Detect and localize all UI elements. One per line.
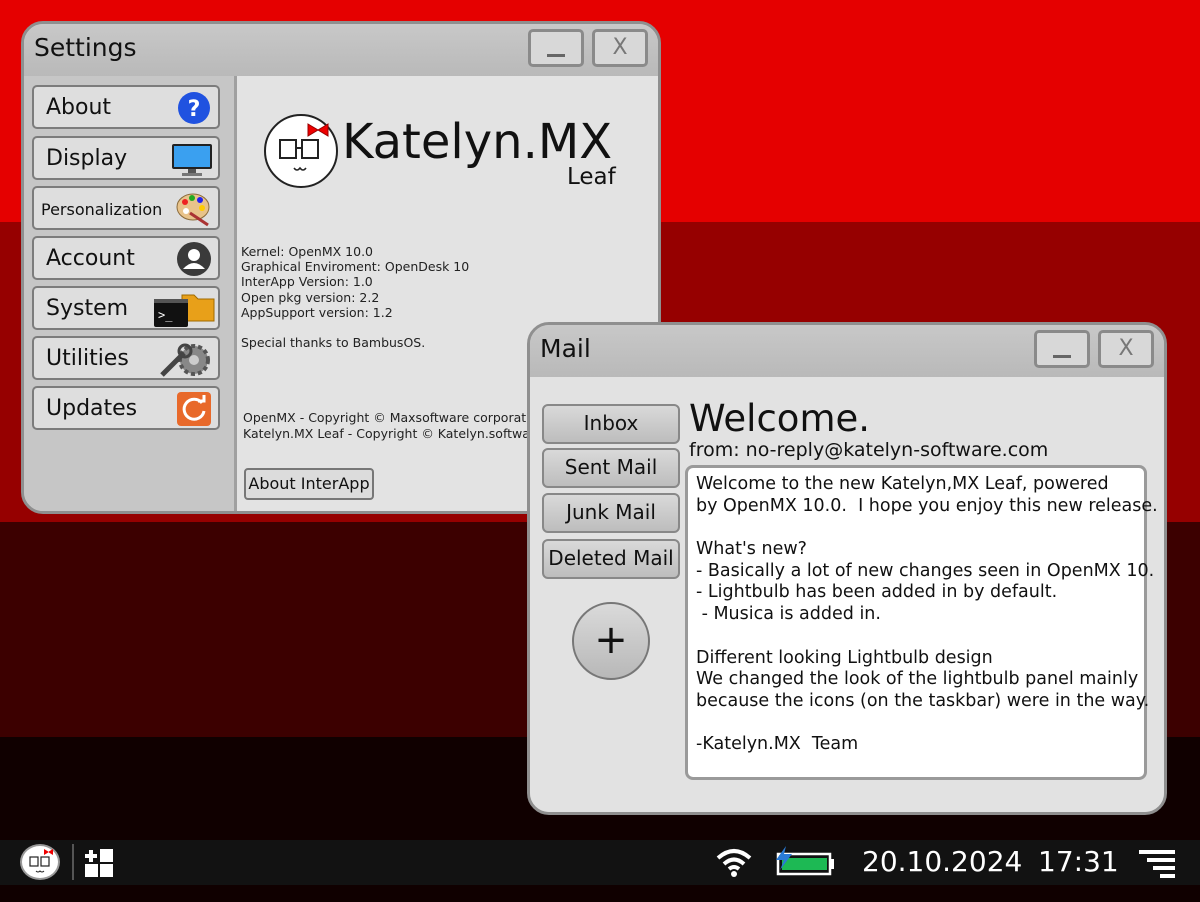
- info-kernel: Kernel: OpenMX 10.0: [241, 244, 373, 259]
- message-line: What's new?: [696, 539, 807, 560]
- compose-button[interactable]: +: [572, 602, 650, 680]
- message-line: - Basically a lot of new changes seen in…: [696, 560, 1155, 581]
- folder-inbox[interactable]: Inbox: [542, 404, 680, 444]
- sidebar-item-label: System: [46, 296, 129, 321]
- sidebar-item-label: Display: [46, 146, 128, 171]
- sidebar-item-utilities[interactable]: Utilities: [32, 336, 220, 380]
- taskbar-date[interactable]: 20.10.2024: [862, 845, 1022, 878]
- taskbar-separator: [72, 844, 74, 880]
- message-line: [696, 517, 1144, 539]
- mail-close-button[interactable]: X: [1098, 330, 1154, 368]
- message-line: - Musica is added in.: [696, 604, 881, 625]
- message-line: [696, 626, 1144, 648]
- message-body[interactable]: Welcome to the new Katelyn,MX Leaf, powe…: [685, 465, 1158, 780]
- sidebar-item-label: Updates: [46, 396, 138, 421]
- sidebar-item-label: Account: [46, 246, 135, 271]
- taskbar: 20.10.2024 17:31: [0, 840, 1200, 885]
- logo-icon[interactable]: [20, 844, 60, 880]
- settings-minimize-button[interactable]: [528, 29, 584, 67]
- help-icon: ?: [176, 90, 212, 126]
- mail-title: Mail: [540, 334, 591, 363]
- refresh-icon: [176, 391, 212, 427]
- info-appsupport-version: AppSupport version: 1.2: [241, 305, 393, 320]
- message-line: because the icons (on the taskbar) were …: [696, 690, 1150, 711]
- info-thanks: Special thanks to BambusOS.: [241, 335, 426, 350]
- monitor-icon: [170, 141, 214, 177]
- svg-text:?: ?: [188, 97, 201, 122]
- message-line: - Lightbulb has been added in by default…: [696, 582, 1058, 603]
- message-sender: from: no-reply@katelyn-software.com: [689, 439, 1049, 461]
- sidebar-item-label: About: [46, 95, 112, 120]
- message-title: Welcome.: [689, 397, 871, 440]
- sidebar-item-label: Personalization: [41, 200, 163, 219]
- message-line: Different looking Lightbulb design: [696, 647, 993, 668]
- sidebar-item-display[interactable]: Display: [32, 136, 220, 180]
- settings-title: Settings: [34, 33, 137, 62]
- info-interapp-version: InterApp Version: 1.0: [241, 274, 373, 289]
- battery-icon[interactable]: [772, 846, 836, 878]
- palette-icon: [176, 191, 212, 227]
- mail-window: Mail X Inbox Sent Mail Junk Mail Deleted…: [527, 322, 1167, 815]
- katelyn-logo-icon: [264, 114, 338, 188]
- mail-titlebar[interactable]: Mail X: [530, 325, 1164, 379]
- menu-icon[interactable]: [1138, 848, 1176, 878]
- folder-deleted-mail[interactable]: Deleted Mail: [542, 539, 680, 579]
- brand-edition: Leaf: [567, 164, 616, 190]
- svg-text:>_: >_: [158, 308, 173, 322]
- mail-minimize-button[interactable]: [1034, 330, 1090, 368]
- settings-sidebar: About ? Display Personalization Account …: [24, 76, 237, 511]
- folder-junk-mail[interactable]: Junk Mail: [542, 493, 680, 533]
- copyright-katelyn: Katelyn.MX Leaf - Copyright © Katelyn.so…: [243, 426, 543, 441]
- brand-name: Katelyn.MX: [342, 114, 613, 170]
- message-line: Welcome to the new Katelyn,MX Leaf, powe…: [696, 474, 1109, 494]
- sidebar-item-account[interactable]: Account: [32, 236, 220, 280]
- wrench-gear-icon: [158, 341, 214, 377]
- sidebar-item-label: Utilities: [46, 346, 129, 371]
- sidebar-item-system[interactable]: System >_: [32, 286, 220, 330]
- sidebar-item-updates[interactable]: Updates: [32, 386, 220, 430]
- user-icon: [176, 241, 212, 277]
- terminal-folder-icon: >_: [152, 291, 216, 327]
- message-line: We changed the look of the lightbulb pan…: [696, 669, 1139, 690]
- wifi-icon[interactable]: [716, 848, 752, 878]
- message-line: by OpenMX 10.0. I hope you enjoy this ne…: [696, 495, 1158, 516]
- taskbar-time[interactable]: 17:31: [1038, 845, 1119, 878]
- apps-grid-icon[interactable]: [84, 848, 114, 878]
- folder-sent-mail[interactable]: Sent Mail: [542, 448, 680, 488]
- about-interapp-button[interactable]: About InterApp: [244, 468, 374, 500]
- info-graphical-environment: Graphical Enviroment: OpenDesk 10: [241, 259, 470, 274]
- settings-titlebar[interactable]: Settings X: [24, 24, 658, 78]
- settings-close-button[interactable]: X: [592, 29, 648, 67]
- info-open-pkg-version: Open pkg version: 2.2: [241, 290, 380, 305]
- sidebar-item-personalization[interactable]: Personalization: [32, 186, 220, 230]
- sidebar-item-about[interactable]: About ?: [32, 85, 220, 129]
- message-line: [696, 713, 1144, 735]
- mail-body: Inbox Sent Mail Junk Mail Deleted Mail +…: [530, 377, 1164, 812]
- copyright-openmx: OpenMX - Copyright © Maxsoftware corpora…: [243, 410, 546, 425]
- message-line: -Katelyn.MX Team: [696, 734, 859, 755]
